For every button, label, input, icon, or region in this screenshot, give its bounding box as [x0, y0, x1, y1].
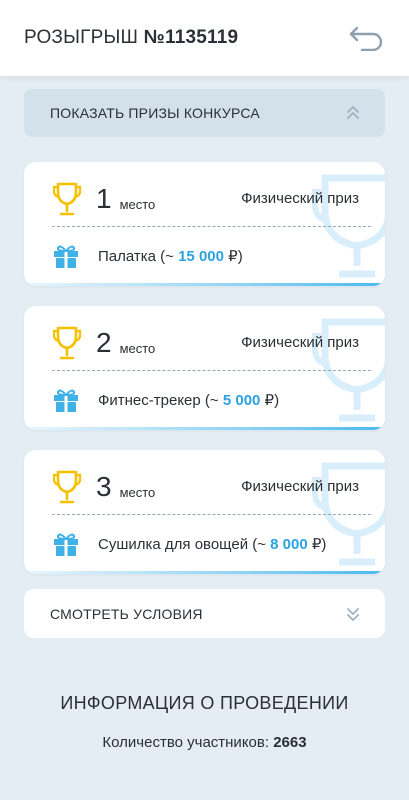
prize-name: Палатка (~ 15 000 ₽) [98, 247, 243, 265]
prize-name: Фитнес-трекер (~ 5 000 ₽) [98, 391, 279, 409]
prize-type: Физический приз [241, 478, 359, 495]
chevron-down-double-icon [347, 607, 359, 621]
page-title: РОЗЫГРЫШ №1135119 [24, 27, 238, 49]
contest-number: №1135119 [143, 27, 239, 48]
info-heading: ИНФОРМАЦИЯ О ПРОВЕДЕНИИ [60, 693, 349, 713]
show-prizes-label: ПОКАЗАТЬ ПРИЗЫ КОНКУРСА [50, 105, 260, 121]
trophy-icon [52, 470, 82, 504]
prize-name-text: Фитнес-трекер (~ [98, 392, 223, 409]
card-accent-bar [24, 427, 385, 430]
place-number: 1 [96, 183, 112, 214]
back-arrow-icon [349, 26, 383, 51]
prize-row: Сушилка для овощей (~ 8 000 ₽) [52, 530, 326, 558]
prize-currency: ₽) [223, 248, 243, 265]
prize-card: 1 место Физический приз Палатка (~ 15 00… [24, 162, 385, 286]
place-label: место [119, 196, 156, 212]
participants-label: Количество участников: [102, 734, 274, 751]
place-label: место [119, 484, 156, 500]
divider [52, 226, 371, 227]
trophy-icon [52, 182, 82, 216]
prize-value: 15 000 [178, 248, 224, 265]
place-label: место [119, 340, 156, 356]
page-title-prefix: РОЗЫГРЫШ [24, 27, 139, 48]
place-number: 3 [96, 471, 112, 502]
prize-card: 2 место Физический приз Фитнес-трекер (~… [24, 306, 385, 430]
prize-row: Фитнес-трекер (~ 5 000 ₽) [52, 386, 279, 414]
prize-type: Физический приз [241, 334, 359, 351]
card-accent-bar [24, 283, 385, 286]
divider [52, 514, 371, 515]
show-prizes-toggle[interactable]: ПОКАЗАТЬ ПРИЗЫ КОНКУРСА [24, 89, 385, 137]
prize-name-text: Палатка (~ [98, 248, 179, 265]
header: РОЗЫГРЫШ №1135119 [0, 0, 409, 76]
divider [52, 370, 371, 371]
view-conditions-label: СМОТРЕТЬ УСЛОВИЯ [50, 605, 203, 622]
back-button[interactable] [347, 23, 385, 53]
gift-icon [54, 389, 78, 412]
participants-count: Количество участников: 2663 [0, 734, 409, 751]
trophy-icon [52, 326, 82, 360]
participants-value: 2663 [273, 734, 307, 751]
prize-card: 3 место Физический приз Сушилка для овощ… [24, 450, 385, 574]
prize-row: Палатка (~ 15 000 ₽) [52, 242, 243, 270]
prize-type: Физический приз [241, 190, 359, 207]
gift-icon [54, 245, 78, 268]
prize-name-text: Сушилка для овощей (~ [98, 536, 271, 553]
prize-value: 8 000 [270, 536, 308, 553]
card-accent-bar [24, 571, 385, 574]
prize-currency: ₽) [260, 392, 280, 409]
prize-currency: ₽) [307, 536, 327, 553]
view-conditions-toggle[interactable]: СМОТРЕТЬ УСЛОВИЯ [24, 589, 385, 638]
gift-icon [54, 533, 78, 556]
chevron-up-double-icon [347, 106, 359, 119]
prize-name: Сушилка для овощей (~ 8 000 ₽) [98, 535, 326, 553]
prize-value: 5 000 [222, 392, 261, 409]
place-number: 2 [96, 327, 112, 358]
